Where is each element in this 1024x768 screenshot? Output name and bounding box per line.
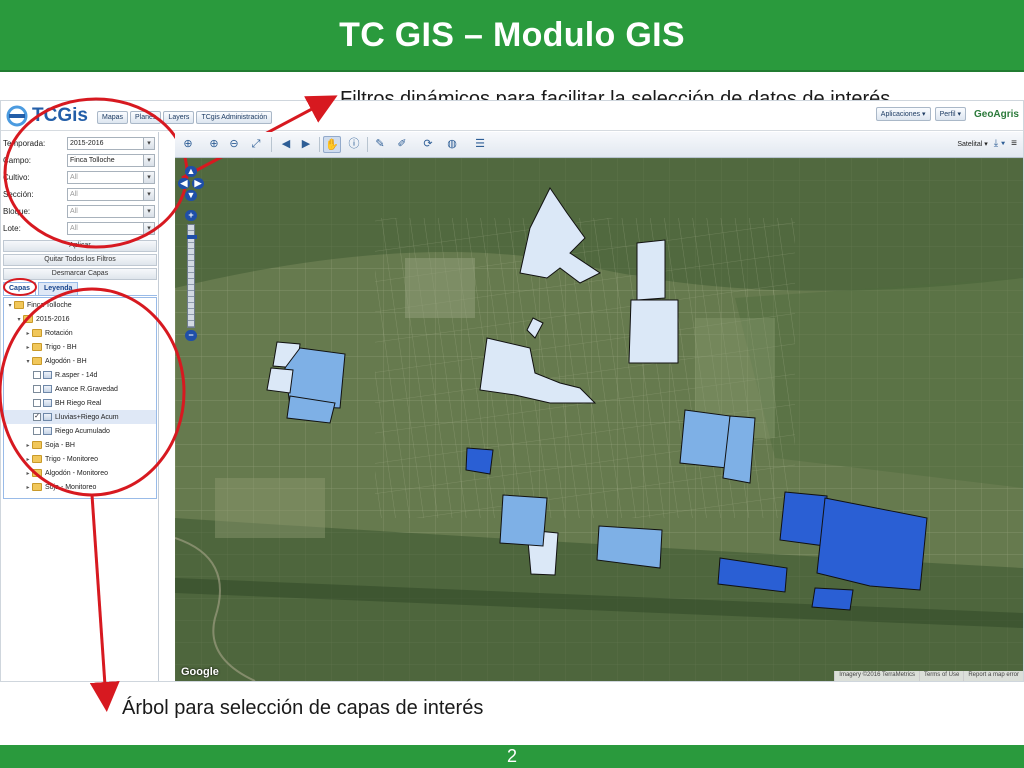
capas-tab-highlight (3, 278, 37, 296)
export-icon[interactable]: ⤓ ▾ (994, 138, 1005, 149)
refresh-icon[interactable]: ⟳ (419, 136, 437, 153)
page-number: 2 (506, 746, 517, 766)
map-attribution: Imagery ©2016 TerraMetrics Terms of Use … (834, 671, 1023, 681)
imagery-credit: Imagery ©2016 TerraMetrics (834, 671, 919, 681)
google-logo: Google (181, 666, 219, 678)
toolbar-right: Satelital ▾ ⤓ ▾ ≡ (957, 138, 1017, 149)
terms-of-use-link[interactable]: Terms of Use (918, 671, 963, 681)
menu-icon[interactable]: ≡ (1011, 138, 1017, 149)
measure-icon[interactable]: ✎ (371, 136, 389, 153)
map-toolbar: ⊕ ⊕ ⊖ ⤢ ◀ ▶ ✋ ⓘ ✎ ✐ ⟳ ◍ ☰ Satelital ▾ ⤓ … (175, 132, 1023, 158)
toolbar-separator (271, 137, 272, 152)
basemap-select[interactable]: Satelital ▾ (957, 140, 987, 148)
prev-extent-icon[interactable]: ◀ (277, 136, 295, 153)
tree-arrow (89, 494, 120, 712)
globe-icon[interactable]: ◍ (443, 136, 461, 153)
toolbar-separator (319, 137, 320, 152)
filters-highlight-ellipse (3, 97, 189, 249)
zoom-box-icon[interactable]: ⤢ (247, 136, 265, 153)
zoom-slider[interactable] (187, 224, 197, 328)
zoom-out-icon[interactable]: ⊖ (225, 136, 243, 153)
zoom-in-icon[interactable]: ⊕ (205, 136, 223, 153)
info-icon[interactable]: ⓘ (345, 136, 363, 153)
report-error-link[interactable]: Report a map error (963, 671, 1023, 681)
pan-hand-icon[interactable]: ✋ (323, 136, 341, 153)
layers-icon[interactable]: ☰ (471, 136, 489, 153)
footer-bar: 2 (0, 745, 1024, 768)
tree-highlight-ellipse (0, 287, 186, 497)
pan-right-icon[interactable]: ▶ (192, 178, 204, 189)
zoom-minus-icon[interactable]: − (185, 330, 197, 341)
slide: TC GIS – Modulo GIS Filtros dinámicos pa… (0, 0, 1024, 768)
callout-tree: Árbol para selección de capas de interés (122, 697, 484, 719)
zoom-extent-icon[interactable]: ⊕ (179, 136, 197, 153)
pan-left-icon[interactable]: ◀ (178, 178, 190, 189)
toolbar-separator (367, 137, 368, 152)
zoom-control: ▲ ◀ ▶ ▼ + − (178, 166, 204, 341)
pan-up-icon[interactable]: ▲ (185, 166, 197, 177)
draw-icon[interactable]: ✐ (393, 136, 411, 153)
zoom-plus-icon[interactable]: + (185, 210, 197, 221)
next-extent-icon[interactable]: ▶ (297, 136, 315, 153)
pan-down-icon[interactable]: ▼ (185, 190, 197, 201)
zoom-slider-handle[interactable] (187, 235, 197, 239)
annotation-overlay (0, 95, 338, 712)
basemap-label: Satelital (957, 140, 983, 148)
